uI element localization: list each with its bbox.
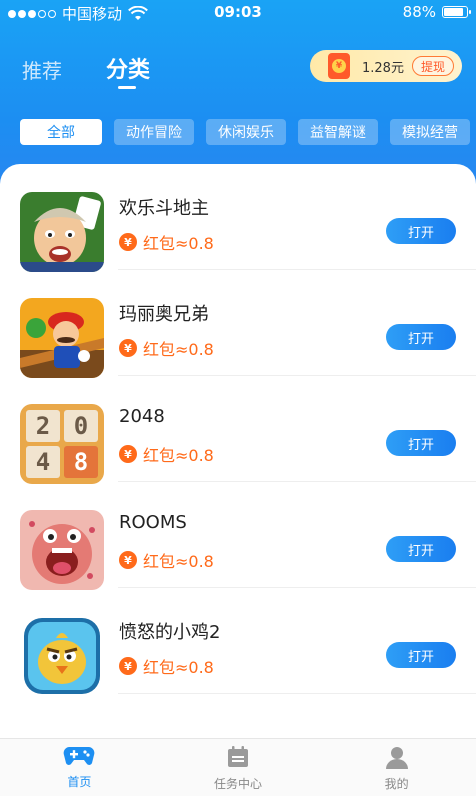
red-envelope-icon: ¥: [328, 53, 350, 79]
reward-text: 红包≈0.8: [143, 340, 214, 359]
battery-percent: 88%: [402, 3, 436, 21]
game-title: 2048: [119, 406, 165, 427]
game-row[interactable]: 玛丽奥兄弟 ¥ 红包≈0.8 打开: [0, 270, 476, 378]
category-puzzle[interactable]: 益智解谜: [298, 119, 378, 145]
game-reward: ¥ 红包≈0.8: [119, 336, 214, 360]
open-button[interactable]: 打开: [386, 642, 456, 668]
yen-icon: ¥: [119, 657, 137, 675]
nav-profile[interactable]: 我的: [317, 739, 476, 796]
balance-pill[interactable]: ¥ 1.28元 提现: [310, 50, 462, 82]
open-button[interactable]: 打开: [386, 430, 456, 456]
reward-text: 红包≈0.8: [143, 446, 214, 465]
game-row[interactable]: 欢乐斗地主 ¥ 红包≈0.8 打开: [0, 164, 476, 272]
game-reward: ¥ 红包≈0.8: [119, 230, 214, 254]
nav-label: 首页: [67, 775, 92, 789]
game-title: 玛丽奥兄弟: [119, 304, 209, 325]
game-row[interactable]: 2 0 4 8 2048 ¥ 红包≈0.8 打开: [0, 376, 476, 484]
status-bar: 中国移动 09:03 88%: [0, 0, 476, 26]
balance-amount: 1.28元: [362, 60, 404, 76]
yen-icon: ¥: [119, 445, 137, 463]
nav-home[interactable]: 首页: [0, 739, 159, 796]
yen-icon: ¥: [119, 233, 137, 251]
withdraw-button[interactable]: 提现: [411, 56, 454, 76]
open-button[interactable]: 打开: [386, 536, 456, 562]
open-button[interactable]: 打开: [386, 218, 456, 244]
2048-icon: 2 0 4 8: [20, 404, 104, 484]
row-divider: [118, 693, 476, 694]
category-action[interactable]: 动作冒险: [114, 119, 194, 145]
game-reward: ¥ 红包≈0.8: [119, 442, 214, 466]
tab-recommend[interactable]: 推荐: [22, 55, 62, 84]
tile: 2: [26, 410, 60, 442]
category-simulation[interactable]: 模拟经营: [390, 119, 470, 145]
game-list: 欢乐斗地主 ¥ 红包≈0.8 打开 玛丽奥兄弟 ¥ 红包≈0.8 打开 2 0 …: [0, 164, 476, 738]
game-title: 欢乐斗地主: [119, 198, 209, 219]
nav-label: 我的: [384, 777, 409, 791]
game-row[interactable]: 愤怒的小鸡2 ¥ 红包≈0.8 打开: [0, 588, 476, 696]
game-reward: ¥ 红包≈0.8: [119, 654, 214, 678]
battery-icon: [442, 6, 471, 18]
user-icon: [385, 747, 408, 769]
yen-icon: ¥: [119, 551, 137, 569]
rooms-icon: [20, 510, 104, 590]
reward-text: 红包≈0.8: [143, 234, 214, 253]
category-filter-bar: 全部 动作冒险 休闲娱乐 益智解谜 模拟经营: [20, 119, 470, 145]
reward-text: 红包≈0.8: [143, 552, 214, 571]
game-row[interactable]: ROOMS ¥ 红包≈0.8 打开: [0, 482, 476, 590]
gamepad-icon: [63, 747, 95, 765]
reward-text: 红包≈0.8: [143, 658, 214, 677]
tab-category[interactable]: 分类: [106, 52, 150, 89]
calendar-icon: [228, 746, 248, 767]
tile: 4: [26, 446, 60, 478]
tile: 8: [64, 446, 98, 478]
yen-icon: ¥: [119, 339, 137, 357]
category-casual[interactable]: 休闲娱乐: [206, 119, 286, 145]
game-title: 愤怒的小鸡2: [119, 622, 221, 643]
bottom-nav: 首页 任务中心 我的: [0, 738, 476, 796]
open-button[interactable]: 打开: [386, 324, 456, 350]
nav-tasks[interactable]: 任务中心: [159, 739, 318, 796]
game-title: ROOMS: [119, 512, 187, 533]
mario-icon: [20, 298, 104, 378]
top-tabs: 推荐 分类: [22, 52, 150, 89]
doudizhu-icon: [20, 192, 104, 272]
nav-label: 任务中心: [214, 777, 263, 791]
category-all[interactable]: 全部: [20, 119, 102, 145]
angry-chick-icon: [20, 616, 104, 696]
tile: 0: [64, 410, 98, 442]
game-reward: ¥ 红包≈0.8: [119, 548, 214, 572]
